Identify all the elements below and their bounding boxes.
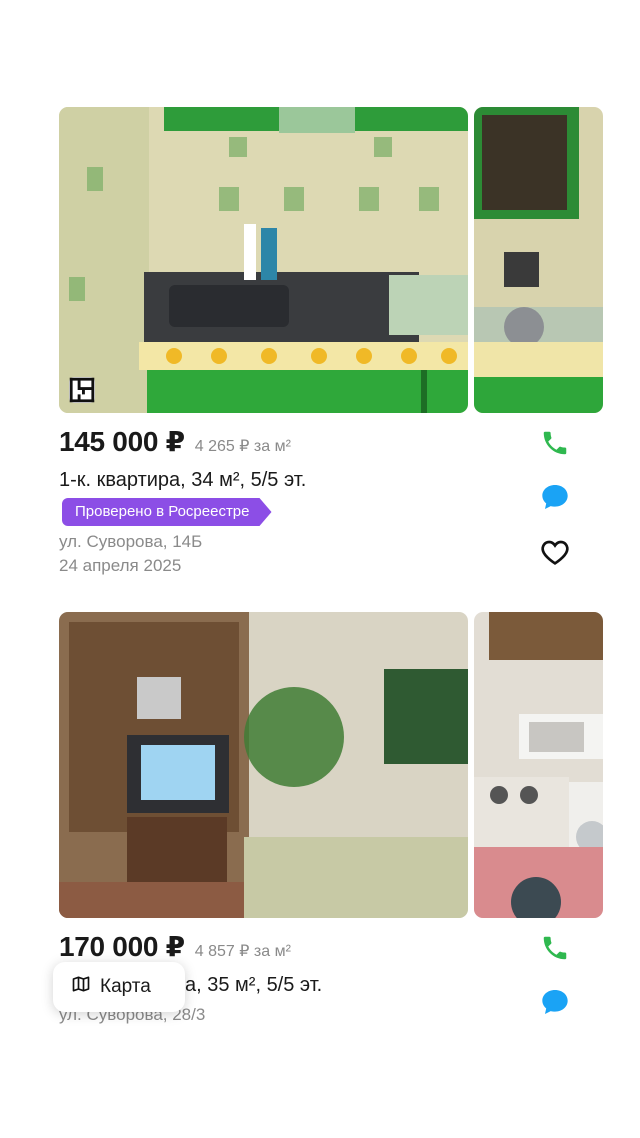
listing-photo-secondary[interactable]	[474, 612, 603, 918]
floor-plan-icon	[69, 377, 95, 403]
price-per-m2: 4 265 ₽ за м²	[194, 438, 291, 455]
phone-icon[interactable]	[537, 425, 573, 461]
price: 145 000 ₽	[59, 426, 185, 457]
map-icon	[71, 974, 91, 1000]
verified-badge: Проверено в Росреестре	[62, 498, 272, 526]
listing-date: 24 апреля 2025	[59, 556, 182, 575]
listing-title[interactable]: а, 35 м², 5/5 эт.	[185, 974, 322, 997]
listing-photo-main[interactable]	[59, 612, 468, 918]
listing-photo-main[interactable]	[59, 107, 468, 413]
photo-gallery[interactable]	[59, 107, 640, 413]
listing-photo-secondary[interactable]	[474, 107, 603, 413]
chat-icon[interactable]	[537, 984, 573, 1020]
map-button[interactable]: Карта	[53, 962, 185, 1012]
address: ул. Суворова, 14Б	[59, 532, 203, 551]
listing-title[interactable]: 1-к. квартира, 34 м², 5/5 эт.	[59, 469, 306, 492]
price-per-m2: 4 857 ₽ за м²	[194, 943, 291, 960]
price: 170 000 ₽	[59, 931, 185, 962]
listing-card[interactable]: 145 000 ₽ 4 265 ₽ за м² 1-к. квартира, 3…	[0, 107, 640, 587]
phone-icon[interactable]	[537, 930, 573, 966]
photo-gallery[interactable]	[59, 612, 640, 918]
map-button-label: Карта	[100, 976, 151, 997]
heart-icon[interactable]	[537, 534, 573, 570]
chat-icon[interactable]	[537, 479, 573, 515]
